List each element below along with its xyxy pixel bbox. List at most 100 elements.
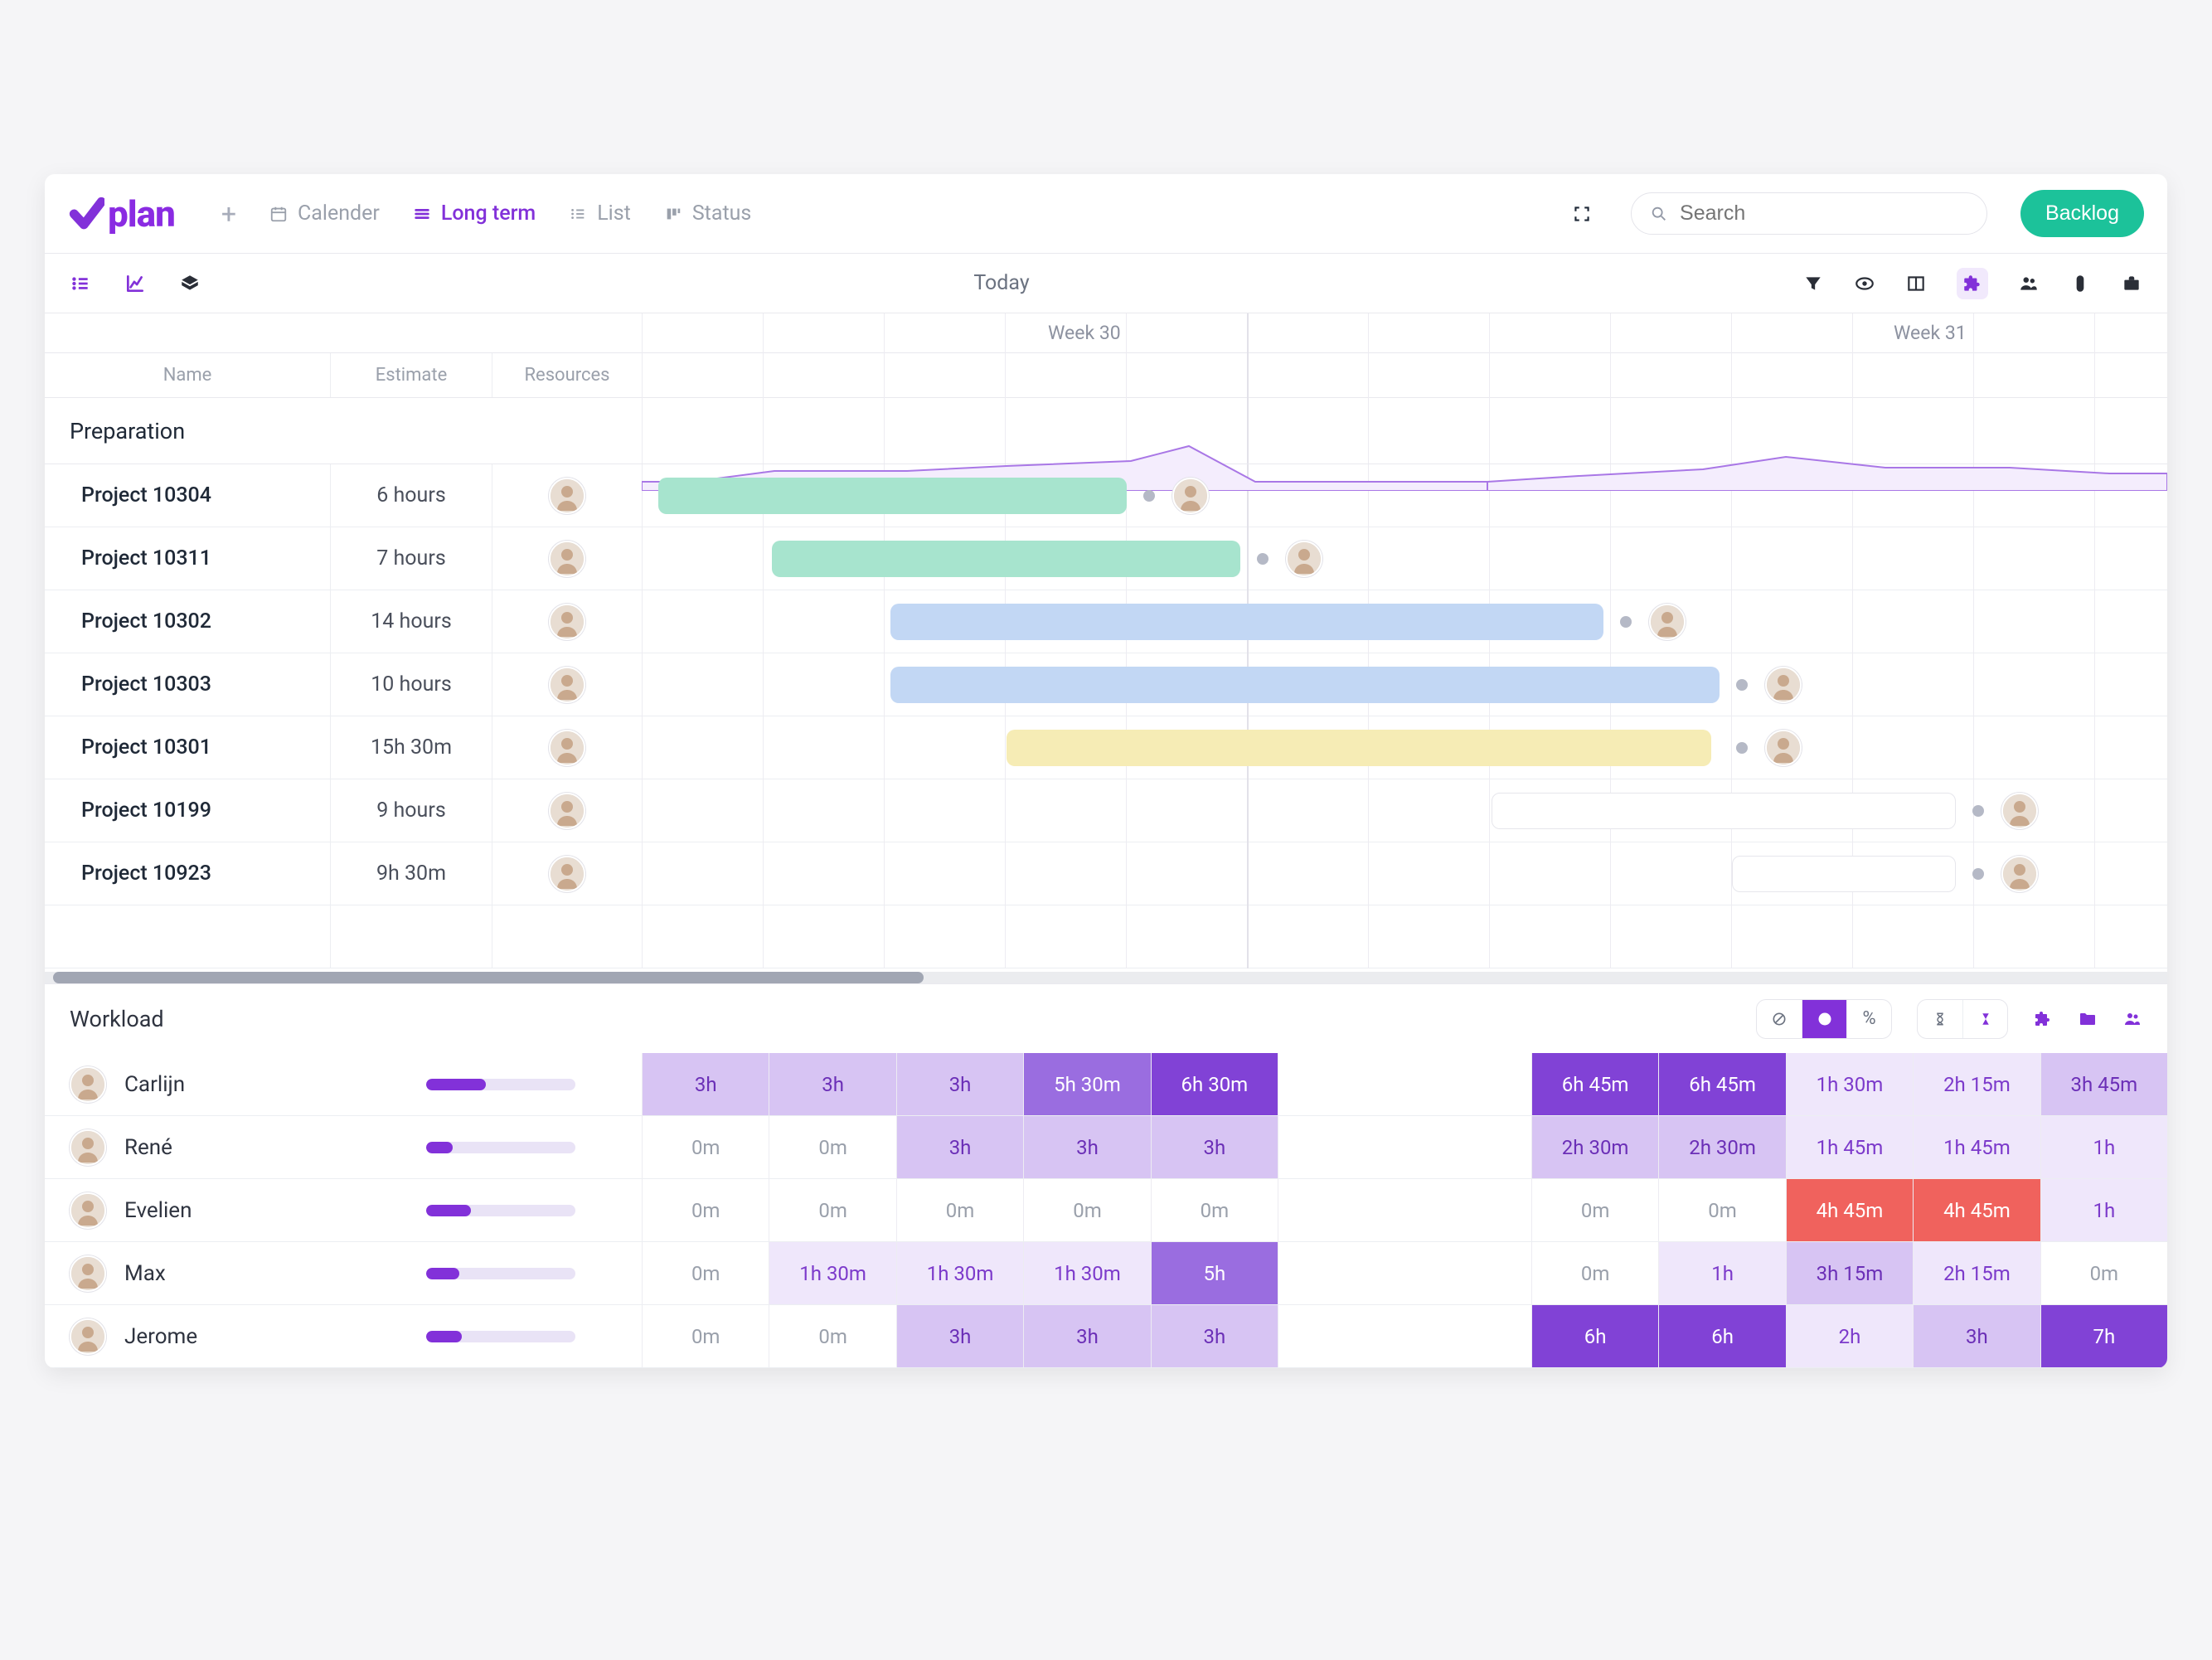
workload-cell[interactable]: 0m <box>1531 1242 1658 1304</box>
wl-users-icon[interactable] <box>2122 1009 2142 1029</box>
assignee-avatar[interactable] <box>1649 604 1686 640</box>
assignee-avatar[interactable] <box>1286 541 1322 577</box>
workload-cell[interactable]: 3h <box>1023 1305 1150 1367</box>
workload-cell[interactable]: 3h <box>642 1053 769 1115</box>
workload-cell[interactable]: 3h 45m <box>2040 1053 2167 1115</box>
fullscreen-icon[interactable] <box>1571 203 1593 225</box>
tool-layers-icon[interactable] <box>179 273 201 294</box>
wl-puzzle-icon[interactable] <box>2033 1009 2053 1029</box>
gantt-bar[interactable] <box>1007 730 1711 766</box>
task-row[interactable]: Project 10923 9h 30m <box>45 842 2167 905</box>
gantt-bar[interactable] <box>1732 856 1956 892</box>
workload-cell[interactable]: 1h 30m <box>896 1242 1023 1304</box>
workload-cell[interactable]: 1h 45m <box>1913 1116 2040 1178</box>
workload-cell[interactable]: 4h 45m <box>1786 1179 1913 1241</box>
workload-cell[interactable]: 0m <box>769 1116 895 1178</box>
workload-cell[interactable]: 1h <box>2040 1179 2167 1241</box>
workload-cell[interactable]: 5h 30m <box>1023 1053 1150 1115</box>
add-view-button[interactable]: + <box>221 198 236 230</box>
gantt-bar[interactable] <box>890 667 1720 703</box>
columns-icon[interactable] <box>1905 273 1927 294</box>
filter-icon[interactable] <box>1802 273 1824 294</box>
visibility-icon[interactable] <box>1854 273 1875 294</box>
mode-percent[interactable]: % <box>1846 1000 1891 1038</box>
badge-icon[interactable] <box>2069 273 2091 294</box>
wl-folder-icon[interactable] <box>2078 1009 2098 1029</box>
workload-cell[interactable]: 0m <box>642 1116 769 1178</box>
puzzle-icon[interactable] <box>1957 268 1988 299</box>
workload-cell[interactable]: 6h 45m <box>1658 1053 1785 1115</box>
task-row[interactable]: Project 10302 14 hours <box>45 590 2167 653</box>
task-row[interactable]: Project 10301 15h 30m <box>45 716 2167 779</box>
group-header[interactable]: Preparation <box>45 398 2167 464</box>
nav-status[interactable]: Status <box>664 201 751 226</box>
assignee-avatar[interactable] <box>1765 667 1802 703</box>
assignee-avatar[interactable] <box>1765 730 1802 766</box>
workload-cell[interactable]: 1h 30m <box>769 1242 895 1304</box>
workload-cell[interactable]: 2h 30m <box>1658 1116 1785 1178</box>
search-field[interactable] <box>1631 192 1987 235</box>
workload-cell[interactable]: 2h <box>1786 1305 1913 1367</box>
workload-cell[interactable]: 1h <box>1658 1242 1785 1304</box>
workload-cell[interactable]: 4h 45m <box>1913 1179 2040 1241</box>
workload-cell[interactable]: 0m <box>769 1305 895 1367</box>
workload-cell[interactable]: 0m <box>642 1242 769 1304</box>
workload-cell[interactable]: 3h 15m <box>1786 1242 1913 1304</box>
mode-none[interactable] <box>1757 1000 1802 1038</box>
task-row[interactable]: Project 10303 10 hours <box>45 653 2167 716</box>
mode-hours[interactable] <box>1802 1000 1846 1038</box>
nav-calendar[interactable]: Calender <box>269 201 380 226</box>
workload-cell[interactable]: 0m <box>769 1179 895 1241</box>
assignee-avatar[interactable] <box>2001 856 2038 892</box>
gantt-bar[interactable] <box>1492 793 1956 829</box>
workload-cell[interactable]: 2h 15m <box>1913 1053 2040 1115</box>
workload-cell[interactable]: 3h <box>1023 1116 1150 1178</box>
gantt-bar[interactable] <box>772 541 1240 577</box>
workload-cell[interactable]: 5h <box>1151 1242 1278 1304</box>
horizontal-scrollbar[interactable] <box>45 972 2167 983</box>
assignee-avatar[interactable] <box>2001 793 2038 829</box>
gantt-bar[interactable] <box>890 604 1603 640</box>
workload-cell[interactable]: 1h 45m <box>1786 1116 1913 1178</box>
nav-list[interactable]: List <box>569 201 631 226</box>
workload-cell[interactable]: 0m <box>1658 1179 1785 1241</box>
workload-cell[interactable]: 0m <box>642 1179 769 1241</box>
workload-cell[interactable]: 2h 15m <box>1913 1242 2040 1304</box>
workload-cell[interactable]: 3h <box>896 1053 1023 1115</box>
backlog-button[interactable]: Backlog <box>2020 190 2144 237</box>
workload-cell[interactable]: 0m <box>1023 1179 1150 1241</box>
workload-cell[interactable]: 3h <box>769 1053 895 1115</box>
tool-list-icon[interactable] <box>70 273 91 294</box>
workload-cell[interactable]: 6h <box>1531 1305 1658 1367</box>
tool-chart-icon[interactable] <box>124 273 146 294</box>
workload-cell[interactable]: 1h 30m <box>1786 1053 1913 1115</box>
workload-cell[interactable]: 0m <box>642 1305 769 1367</box>
workload-cell[interactable]: 3h <box>1913 1305 2040 1367</box>
workload-cell[interactable]: 3h <box>896 1116 1023 1178</box>
workload-cell[interactable]: 3h <box>1151 1116 1278 1178</box>
task-row[interactable]: Project 10199 9 hours <box>45 779 2167 842</box>
workload-cell[interactable]: 7h <box>2040 1305 2167 1367</box>
workload-cell[interactable]: 3h <box>896 1305 1023 1367</box>
task-row[interactable]: Project 10311 7 hours <box>45 527 2167 590</box>
workload-cell[interactable]: 6h <box>1658 1305 1785 1367</box>
nav-longterm[interactable]: Long term <box>413 201 536 226</box>
workload-cell[interactable]: 0m <box>896 1179 1023 1241</box>
view-hourglass-fill[interactable] <box>1962 1000 2007 1038</box>
search-input[interactable] <box>1680 201 1968 226</box>
assignee-avatar[interactable] <box>1172 478 1209 514</box>
task-row[interactable]: Project 10304 6 hours <box>45 464 2167 527</box>
workload-cell[interactable]: 3h <box>1151 1305 1278 1367</box>
view-hourglass-outline[interactable] <box>1918 1000 1962 1038</box>
gantt-bar[interactable] <box>658 478 1127 514</box>
workload-cell[interactable]: 6h 45m <box>1531 1053 1658 1115</box>
workload-cell[interactable]: 2h 30m <box>1531 1116 1658 1178</box>
workload-cell[interactable]: 0m <box>1531 1179 1658 1241</box>
workload-cell[interactable]: 0m <box>2040 1242 2167 1304</box>
workload-cell[interactable]: 1h <box>2040 1116 2167 1178</box>
briefcase-icon[interactable] <box>2121 273 2142 294</box>
workload-cell[interactable]: 6h 30m <box>1151 1053 1278 1115</box>
users-icon[interactable] <box>2018 273 2040 294</box>
workload-cell[interactable]: 0m <box>1151 1179 1278 1241</box>
scroll-thumb[interactable] <box>53 972 924 983</box>
